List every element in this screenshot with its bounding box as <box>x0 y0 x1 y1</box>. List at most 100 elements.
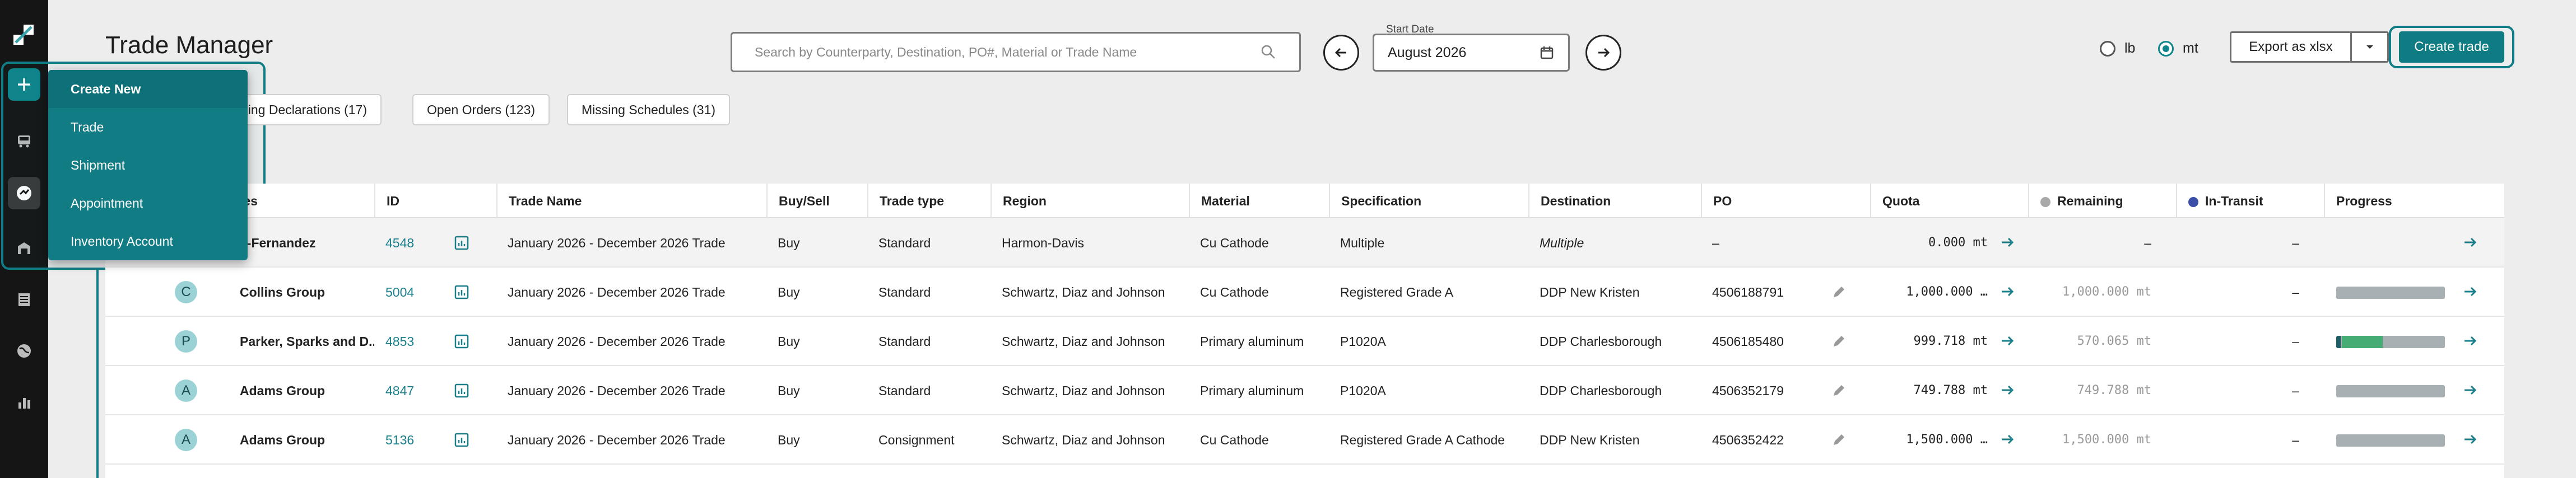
cell-region: Schwartz, Diaz and Johnson <box>1002 334 1165 349</box>
nav-globe-button[interactable] <box>8 335 40 367</box>
quota-arrow-icon[interactable] <box>1999 234 2016 251</box>
quota-arrow-icon[interactable] <box>1999 332 2016 349</box>
nav-analytics-button[interactable] <box>8 386 40 419</box>
cell-buy-sell: Buy <box>778 433 800 447</box>
flyout-item-appointment[interactable]: Appointment <box>48 184 248 222</box>
progress-arrow-icon[interactable] <box>2462 332 2479 349</box>
cell-trade-type: Standard <box>878 334 931 349</box>
unit-mt-option[interactable]: mt <box>2158 40 2198 57</box>
cell-po: 4506185480 <box>1712 334 1784 349</box>
cell-trade-name: January 2026 - December 2026 Trade <box>508 334 726 349</box>
flyout-item-inventory-account[interactable]: Inventory Account <box>48 222 248 260</box>
cell-specification: Registered Grade A <box>1340 285 1454 299</box>
cell-buy-sell: Buy <box>778 334 800 349</box>
cell-id[interactable]: 4847 <box>374 366 441 415</box>
quota-arrow-icon[interactable] <box>1999 283 2016 300</box>
trade-chart-icon[interactable] <box>454 235 469 251</box>
table-row[interactable]: A Adams Group 5136 January 2026 - December … <box>105 415 2504 465</box>
trade-chart-icon[interactable] <box>454 334 469 349</box>
col-trade-type[interactable]: Trade type <box>867 184 991 218</box>
progress-arrow-icon[interactable] <box>2462 283 2479 300</box>
chip-missing-schedules[interactable]: Missing Schedules (31) <box>567 94 731 125</box>
trade-chart-icon[interactable] <box>454 432 469 448</box>
previous-month-button[interactable] <box>1323 35 1359 71</box>
flyout-item-trade[interactable]: Trade <box>48 108 248 146</box>
cell-id[interactable]: 4853 <box>374 317 441 366</box>
col-trade-name[interactable]: Trade Name <box>496 184 766 218</box>
col-specification[interactable]: Specification <box>1329 184 1528 218</box>
col-remaining[interactable]: Remaining <box>2028 184 2176 218</box>
calendar-icon[interactable] <box>1539 45 1555 60</box>
cell-trade-type: Standard <box>878 285 931 299</box>
app-logo-icon[interactable] <box>11 22 36 47</box>
col-destination[interactable]: Destination <box>1528 184 1701 218</box>
search-icon[interactable] <box>1260 44 1277 60</box>
cell-destination: DDP New Kristen <box>1540 433 1640 447</box>
table-row[interactable]: P Parker, Sparks and D... 4853 January 2026… <box>105 317 2504 366</box>
progress-arrow-icon[interactable] <box>2462 382 2479 399</box>
col-quota[interactable]: Quota <box>1870 184 2028 218</box>
trade-chart-icon[interactable] <box>454 284 469 300</box>
col-id[interactable]: ID <box>374 184 496 218</box>
table-row[interactable]: y-Fernandez 4548 January 2026 - December 2… <box>105 218 2504 268</box>
cell-destination: Multiple <box>1540 236 1584 250</box>
edit-po-icon[interactable] <box>1831 432 1847 448</box>
progress-arrow-icon[interactable] <box>2462 431 2479 448</box>
cell-quota: 749.788 mt <box>1913 383 1988 397</box>
progress-segment-delivered <box>2336 336 2341 348</box>
edit-po-icon[interactable] <box>1831 334 1847 349</box>
cell-remaining: 1,000.000 mt <box>2062 285 2151 299</box>
bar-chart-icon <box>18 398 30 409</box>
quota-arrow-icon[interactable] <box>1999 431 2016 448</box>
edit-po-icon[interactable] <box>1831 284 1847 300</box>
in-transit-legend-dot <box>2188 196 2198 207</box>
start-date-picker[interactable]: August 2026 <box>1373 34 1570 72</box>
create-trade-button[interactable]: Create trade <box>2399 31 2504 63</box>
remaining-legend-dot <box>2040 196 2050 207</box>
cell-material: Primary aluminum <box>1200 383 1304 398</box>
cell-remaining: 570.065 mt <box>2077 334 2151 348</box>
table-header: ies ID Trade Name Buy/Sell Trade type Re… <box>105 184 2504 218</box>
cell-destination: DDP Charlesborough <box>1540 334 1662 349</box>
col-progress[interactable]: Progress <box>2324 184 2504 218</box>
col-buy-sell[interactable]: Buy/Sell <box>766 184 867 218</box>
col-region[interactable]: Region <box>991 184 1189 218</box>
trades-table: ies ID Trade Name Buy/Sell Trade type Re… <box>105 184 2504 478</box>
export-button[interactable]: Export as xlsx <box>2231 39 2350 55</box>
cell-id[interactable]: 5136 <box>374 415 441 465</box>
document-icon <box>18 293 30 306</box>
cell-remaining: 749.788 mt <box>2077 383 2151 397</box>
chip-open-orders[interactable]: Open Orders (123) <box>412 94 550 125</box>
unit-mt-radio[interactable] <box>2158 40 2174 57</box>
arrow-right-icon <box>1598 48 1610 58</box>
cell-counterparty: Collins Group <box>240 285 326 299</box>
cell-trade-name: January 2026 - December 2026 Trade <box>508 236 726 250</box>
cell-in-transit: – <box>2292 433 2299 447</box>
cell-buy-sell: Buy <box>778 236 800 250</box>
search-input[interactable] <box>755 44 1260 60</box>
unit-lb-radio[interactable] <box>2100 40 2115 57</box>
col-in-transit[interactable]: In-Transit <box>2176 184 2324 218</box>
edit-po-icon[interactable] <box>1831 383 1847 399</box>
col-material[interactable]: Material <box>1189 184 1329 218</box>
cell-in-transit: – <box>2292 383 2299 398</box>
table-row[interactable]: C Collins Group 5004 January 2026 - Decembe… <box>105 268 2504 317</box>
tutorial-guide-line <box>96 270 99 478</box>
cell-destination: DDP Charlesborough <box>1540 383 1662 398</box>
cell-id[interactable]: 5004 <box>374 268 441 317</box>
flyout-item-shipment[interactable]: Shipment <box>48 146 248 184</box>
quota-arrow-icon[interactable] <box>1999 382 2016 399</box>
export-dropdown-button[interactable] <box>2350 33 2387 61</box>
progress-bar <box>2336 336 2445 348</box>
table-row[interactable]: A Adams Group 4847 January 2026 - December … <box>105 366 2504 415</box>
next-month-button[interactable] <box>1585 35 1621 71</box>
progress-arrow-icon[interactable] <box>2462 234 2479 251</box>
cell-id[interactable]: 4548 <box>374 218 441 268</box>
unit-lb-option[interactable]: lb <box>2100 40 2135 57</box>
cell-buy-sell: Buy <box>778 383 800 398</box>
col-po[interactable]: PO <box>1701 184 1870 218</box>
nav-documents-button[interactable] <box>8 283 40 316</box>
trade-chart-icon[interactable] <box>454 383 469 399</box>
cell-region: Schwartz, Diaz and Johnson <box>1002 285 1165 299</box>
chip-pending-declarations[interactable]: ning Declarations (17) <box>226 94 382 125</box>
